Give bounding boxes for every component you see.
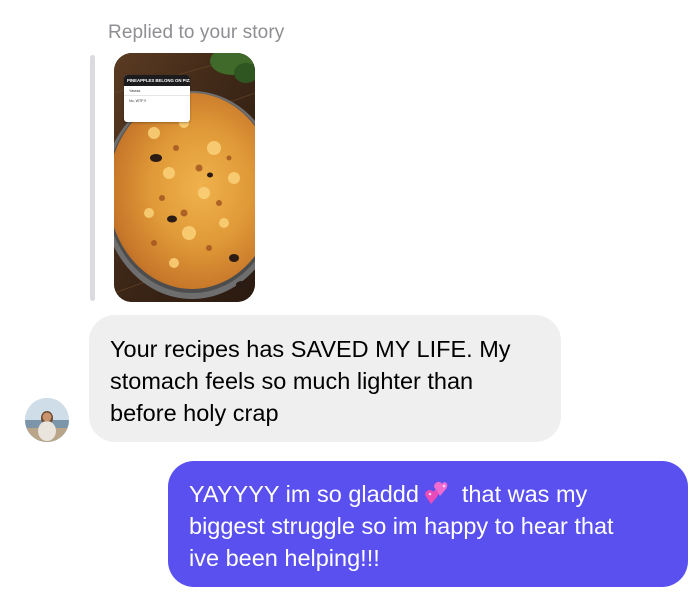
story-thumbnail[interactable]: PINEAPPLES BELONG ON PIZZA Yassss No, WT… bbox=[114, 53, 255, 302]
two-hearts-icon bbox=[424, 481, 448, 504]
message-text-line: Your recipes has SAVED MY LIFE. My bbox=[110, 336, 511, 362]
outgoing-message-bubble[interactable]: YAYYYY im so gladdd that was my biggest … bbox=[168, 461, 688, 587]
poll-option: Yassss bbox=[124, 86, 190, 96]
message-text-segment: YAYYYY im so gladdd bbox=[189, 481, 419, 507]
avatar-photo bbox=[25, 398, 69, 442]
dm-thread: Replied to your story PINEAPPLES BELONG … bbox=[0, 0, 700, 592]
message-text-segment: that was my bbox=[461, 481, 588, 507]
sender-avatar[interactable] bbox=[25, 398, 69, 442]
message-text-line: YAYYYY im so gladdd that was my bbox=[189, 478, 668, 510]
replied-to-story-label: Replied to your story bbox=[108, 22, 285, 43]
incoming-message-bubble[interactable]: Your recipes has SAVED MY LIFE. My stoma… bbox=[89, 315, 561, 442]
poll-option: No, WTF?! bbox=[129, 99, 147, 103]
poll-question: PINEAPPLES BELONG ON PIZZA bbox=[124, 75, 190, 86]
message-text-line: ive been helping!!! bbox=[189, 545, 380, 571]
message-text-line: stomach feels so much lighter than bbox=[110, 368, 474, 394]
message-text-line: biggest struggle so im happy to hear tha… bbox=[189, 513, 614, 539]
reply-indicator-bar bbox=[90, 55, 95, 301]
message-text-line: before holy crap bbox=[110, 400, 279, 426]
story-poll-sticker: PINEAPPLES BELONG ON PIZZA Yassss No, WT… bbox=[124, 75, 190, 122]
